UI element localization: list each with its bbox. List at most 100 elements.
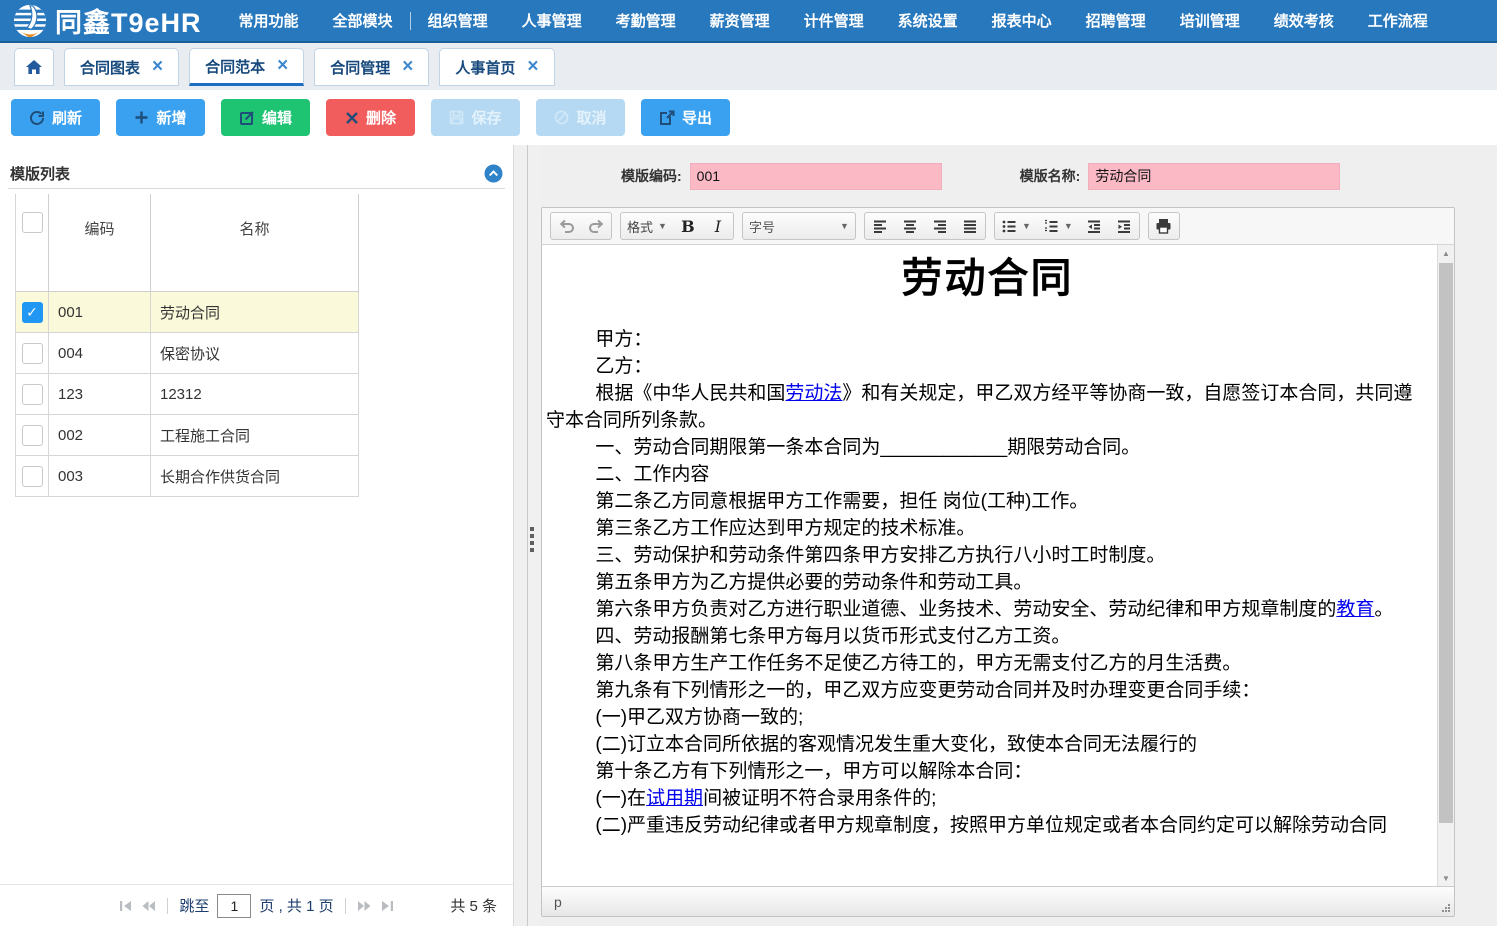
table-row[interactable]: 004保密协议 [16,333,359,374]
format-dropdown[interactable]: 格式▼ [621,213,673,239]
next-page-icon[interactable] [357,900,372,912]
template-name-field: 模版名称: [1020,163,1341,190]
delete-button[interactable]: 删除 [326,99,415,136]
bold-button[interactable]: B [673,213,703,239]
cell-name: 保密协议 [151,333,359,373]
refresh-button[interactable]: 刷新 [11,99,100,136]
resize-grip-icon[interactable] [1440,902,1451,913]
scroll-down-icon[interactable]: ▼ [1438,870,1454,886]
nav-item[interactable]: 系统设置 [881,10,975,31]
select-all-checkbox[interactable] [22,212,43,233]
rich-text-editor: 格式▼ B I 字号▼ [541,207,1455,917]
prev-page-icon[interactable] [141,900,156,912]
cell-code: 004 [49,333,151,373]
table-row[interactable]: 002工程施工合同 [16,415,359,456]
row-checkbox-cell [16,456,49,496]
tab-home[interactable] [14,48,54,86]
nav-item[interactable]: 工作流程 [1351,10,1445,31]
table-header-row: 编码 名称 [16,194,359,292]
align-right-button[interactable] [925,213,955,239]
panel-splitter[interactable] [514,145,541,926]
row-checkbox[interactable] [22,343,43,364]
align-justify-button[interactable] [955,213,985,239]
doc-paragraph: 第五条甲方为乙方提供必要的劳动条件和劳动工具。 [546,569,1429,596]
button-label: 编辑 [262,107,292,128]
nav-item[interactable]: 全部模块 [316,10,410,31]
close-icon[interactable]: × [152,60,163,74]
undo-icon[interactable] [551,213,581,239]
button-label: 新增 [156,107,186,128]
fontsize-dropdown[interactable]: 字号▼ [743,213,855,239]
nav-item[interactable]: 计件管理 [787,10,881,31]
row-checkbox[interactable]: ✓ [22,302,43,323]
nav-item[interactable]: 薪资管理 [693,10,787,31]
cancel-button: 取消 [536,99,625,136]
scroll-up-icon[interactable]: ▲ [1438,245,1454,261]
doc-paragraph: 第十条乙方有下列情形之一，甲方可以解除本合同： [546,758,1429,785]
close-icon[interactable]: × [527,60,538,74]
align-center-button[interactable] [895,213,925,239]
editor-content-area[interactable]: 劳动合同 甲方：乙方：根据《中华人民共和国劳动法》和有关规定，甲乙双方经平等协商… [542,245,1454,886]
doc-paragraph: (二)订立本合同所依据的客观情况发生重大变化，致使本合同无法履行的 [546,731,1429,758]
table-row[interactable]: 003长期合作供货合同 [16,456,359,497]
button-label: 刷新 [52,107,82,128]
refresh-icon [29,110,45,126]
document[interactable]: 劳动合同 甲方：乙方：根据《中华人民共和国劳动法》和有关规定，甲乙双方经平等协商… [542,245,1437,886]
doc-paragraph: 一、劳动合同期限第一条本合同为____________期限劳动合同。 [546,434,1429,461]
indent-button[interactable] [1109,213,1139,239]
tab-contract-chart[interactable]: 合同图表 × [64,48,179,86]
bullet-list-button[interactable]: ▼ [995,213,1037,239]
row-checkbox[interactable] [22,384,43,405]
first-page-icon[interactable] [119,900,133,912]
print-button[interactable] [1149,213,1179,239]
jump-label: 跳至 [179,895,209,916]
nav-item[interactable]: 绩效考核 [1257,10,1351,31]
align-left-button[interactable] [865,213,895,239]
close-icon[interactable]: × [277,59,288,73]
nav-item[interactable]: 招聘管理 [1069,10,1163,31]
last-page-icon[interactable] [380,900,394,912]
home-icon [25,59,43,75]
table-row[interactable]: ✓001劳动合同 [16,292,359,333]
row-checkbox-cell [16,333,49,373]
edit-button[interactable]: 编辑 [221,99,310,136]
tab-hr-home[interactable]: 人事首页× [439,48,554,86]
template-table: 编码 名称 ✓001劳动合同004保密协议12312312002工程施工合同00… [15,194,359,497]
nav-item[interactable]: 组织管理 [411,10,505,31]
export-button[interactable]: 导出 [641,99,730,136]
close-icon[interactable]: × [402,60,413,74]
add-button[interactable]: 新增 [116,99,205,136]
doc-link[interactable]: 教育 [1336,599,1374,620]
template-code-field: 模版编码: [621,163,942,190]
template-code-input[interactable] [690,163,942,190]
outdent-button[interactable] [1079,213,1109,239]
tab-label: 合同图表 [80,57,140,78]
row-checkbox[interactable] [22,425,43,446]
button-label: 导出 [682,107,712,128]
nav-item[interactable]: 报表中心 [975,10,1069,31]
nav-item[interactable]: 人事管理 [505,10,599,31]
nav-item[interactable]: 考勤管理 [599,10,693,31]
template-name-label: 模版名称: [1020,166,1081,186]
doc-link[interactable]: 劳动法 [785,383,842,404]
action-toolbar: 刷新新增编辑删除保存取消导出 [0,90,1497,145]
row-checkbox[interactable] [22,466,43,487]
doc-paragraph: (二)严重违反劳动纪律或者甲方规章制度，按照甲方单位规定或者本合同约定可以解除劳… [546,812,1429,839]
nav-item[interactable]: 培训管理 [1163,10,1257,31]
nav-item[interactable]: 常用功能 [222,10,316,31]
template-name-input[interactable] [1088,163,1340,190]
redo-icon[interactable] [581,213,611,239]
italic-button[interactable]: I [703,213,733,239]
numbered-list-button[interactable]: ▼ [1037,213,1079,239]
doc-link[interactable]: 试用期 [646,788,703,809]
page-number-input[interactable] [217,894,251,918]
tab-contract-template[interactable]: 合同范本× [189,48,304,86]
tab-contract-management[interactable]: 合同管理× [314,48,429,86]
brand-logo-icon [12,3,48,39]
table-row[interactable]: 12312312 [16,374,359,415]
header-checkbox-cell [16,194,49,291]
editor-scrollbar[interactable]: ▲ ▼ [1437,245,1454,886]
scrollbar-thumb[interactable] [1439,263,1453,823]
cell-code: 002 [49,415,151,455]
collapse-panel-icon[interactable] [484,164,503,183]
